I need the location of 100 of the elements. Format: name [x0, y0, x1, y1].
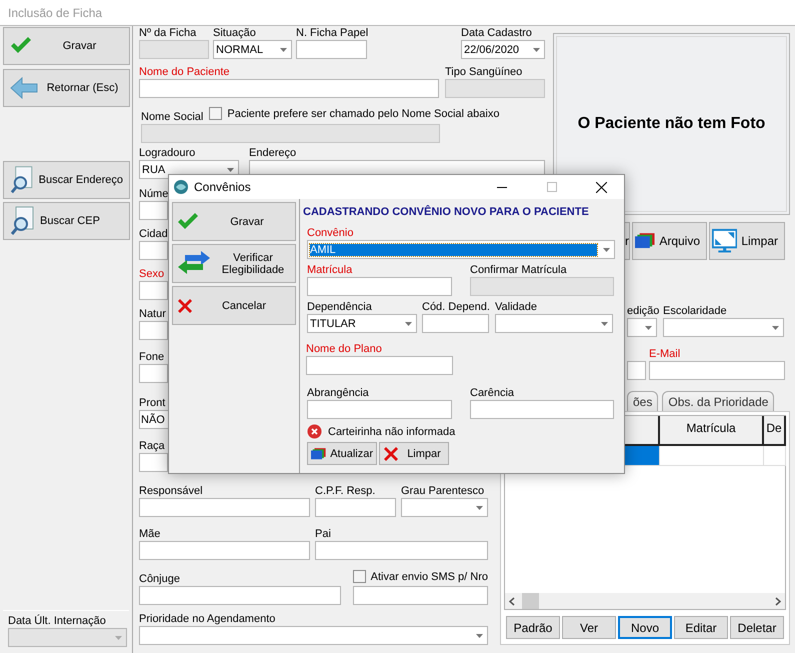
field-label: Mãe	[139, 528, 162, 540]
dialog-button[interactable]: Gravar	[172, 202, 296, 241]
text-field[interactable]	[296, 40, 367, 59]
text-field[interactable]	[139, 79, 439, 98]
dialog-heading: CADASTRANDO CONVÊNIO NOVO PARA O PACIENTE	[303, 206, 590, 219]
text-field[interactable]	[139, 541, 310, 560]
caret-icon	[115, 636, 122, 640]
caret-icon	[476, 634, 483, 638]
toolbar-button[interactable]: Arquivo	[632, 222, 707, 260]
dropdown[interactable]	[663, 318, 784, 337]
app-icon	[173, 179, 189, 195]
caret-icon	[603, 248, 610, 252]
dropdown[interactable]: NORMAL	[213, 40, 292, 59]
grid-button[interactable]: Deletar	[730, 616, 784, 639]
minimize-icon	[496, 186, 506, 188]
caret-icon	[227, 168, 234, 172]
dropdown[interactable]	[139, 626, 488, 645]
checkbox[interactable]	[353, 570, 366, 583]
dropdown[interactable]	[401, 498, 488, 517]
field-label: Prioridade no Agendamento	[139, 613, 276, 625]
horizontal-scrollbar[interactable]	[505, 593, 785, 609]
window-title: Inclusão de Ficha	[8, 6, 102, 20]
column-header[interactable]: De	[764, 416, 786, 446]
scroll-left-icon[interactable]	[509, 596, 515, 606]
action-button[interactable]: Limpar	[379, 442, 449, 465]
scroll-right-icon[interactable]	[775, 596, 781, 606]
grid-button[interactable]: Editar	[674, 616, 728, 639]
text-field[interactable]	[306, 356, 453, 375]
grid-button[interactable]: Novo	[618, 616, 672, 639]
dialog-title: Convênios	[194, 180, 252, 194]
caret-icon	[533, 48, 540, 52]
field-label: Matrícula	[307, 264, 354, 276]
toolbar-button[interactable]: Limpar	[709, 222, 785, 260]
field-label: Convênio	[307, 227, 354, 239]
text-field[interactable]	[139, 364, 168, 383]
text-field[interactable]	[422, 314, 489, 333]
field-label: Nº da Ficha	[139, 27, 198, 39]
field-label: edição	[627, 305, 657, 317]
field-label: Cônjuge	[139, 573, 181, 585]
checkbox-label: Paciente prefere ser chamado pelo Nome Social abaixo	[227, 108, 500, 120]
field-label: Situação	[213, 27, 257, 39]
field-label: C.P.F. Resp.	[315, 485, 376, 497]
text-field[interactable]	[627, 361, 646, 380]
sidebar-button[interactable]: Retornar (Esc)	[3, 69, 130, 107]
sidebar-button[interactable]: Gravar	[3, 27, 130, 65]
checkbox-label: Ativar envio SMS p/ Nro	[370, 570, 488, 582]
text-field[interactable]	[139, 201, 168, 220]
dropdown[interactable]: TITULAR	[307, 314, 417, 333]
text-field[interactable]	[139, 241, 168, 260]
dropdown[interactable]: AMIL	[307, 240, 615, 259]
grid-button[interactable]: Padrão	[506, 616, 560, 639]
caret-icon	[476, 506, 483, 510]
text-field[interactable]	[139, 321, 168, 340]
swap-arrows-icon	[177, 250, 211, 276]
text-field[interactable]	[139, 586, 341, 605]
text-field[interactable]	[139, 281, 168, 300]
sidebar-button[interactable]: Buscar Endereço	[3, 161, 130, 199]
dropdown[interactable]	[495, 314, 613, 333]
dialog-button[interactable]: Verificar Elegibilidade	[172, 244, 296, 283]
field-label: Fone	[139, 351, 166, 363]
grid-button[interactable]: Ver	[562, 616, 616, 639]
search-icon	[10, 206, 36, 236]
tab[interactable]: ões	[627, 391, 658, 411]
text-field[interactable]	[307, 277, 452, 296]
field-label: Escolaridade	[663, 305, 728, 317]
field-label: Validade	[495, 301, 538, 313]
column-header[interactable]: Matrícula	[660, 416, 764, 446]
check-icon	[10, 37, 32, 55]
action-button[interactable]: Atualizar	[307, 442, 377, 465]
checkbox[interactable]	[209, 107, 222, 120]
text-field[interactable]	[139, 453, 168, 472]
scrollbar-thumb[interactable]	[522, 593, 539, 609]
field-label: Pront	[139, 397, 166, 409]
text-field[interactable]	[139, 498, 310, 517]
dropdown[interactable]	[627, 318, 657, 337]
text-field[interactable]	[315, 541, 488, 560]
dropdown[interactable]: 22/06/2020	[461, 40, 545, 59]
caret-icon	[405, 322, 412, 326]
text-field[interactable]	[649, 361, 785, 380]
text-field[interactable]	[307, 400, 452, 419]
cross-icon	[383, 446, 399, 462]
text-field[interactable]	[470, 400, 614, 419]
dialog-button[interactable]: Cancelar	[172, 286, 296, 325]
tab[interactable]: Obs. da Prioridade	[662, 391, 774, 411]
field-label: Núme	[139, 188, 168, 200]
field-label: Sexo	[139, 268, 166, 280]
field-label: Nome do Paciente	[139, 66, 230, 78]
close-icon	[596, 182, 607, 192]
arrow-left-icon	[10, 77, 38, 99]
field-label: E-Mail	[649, 348, 682, 360]
cross-icon	[177, 298, 193, 314]
field-label: Data Cadastro	[461, 27, 533, 39]
field-label: Nome do Plano	[306, 343, 383, 355]
field-label: Responsável	[139, 485, 204, 497]
text-field[interactable]	[353, 586, 488, 605]
sidebar-button[interactable]: Buscar CEP	[3, 202, 130, 240]
field-label: Nome Social	[141, 111, 204, 123]
caret-icon	[280, 48, 287, 52]
field-label: Confirmar Matrícula	[470, 264, 568, 276]
text-field[interactable]	[315, 498, 396, 517]
